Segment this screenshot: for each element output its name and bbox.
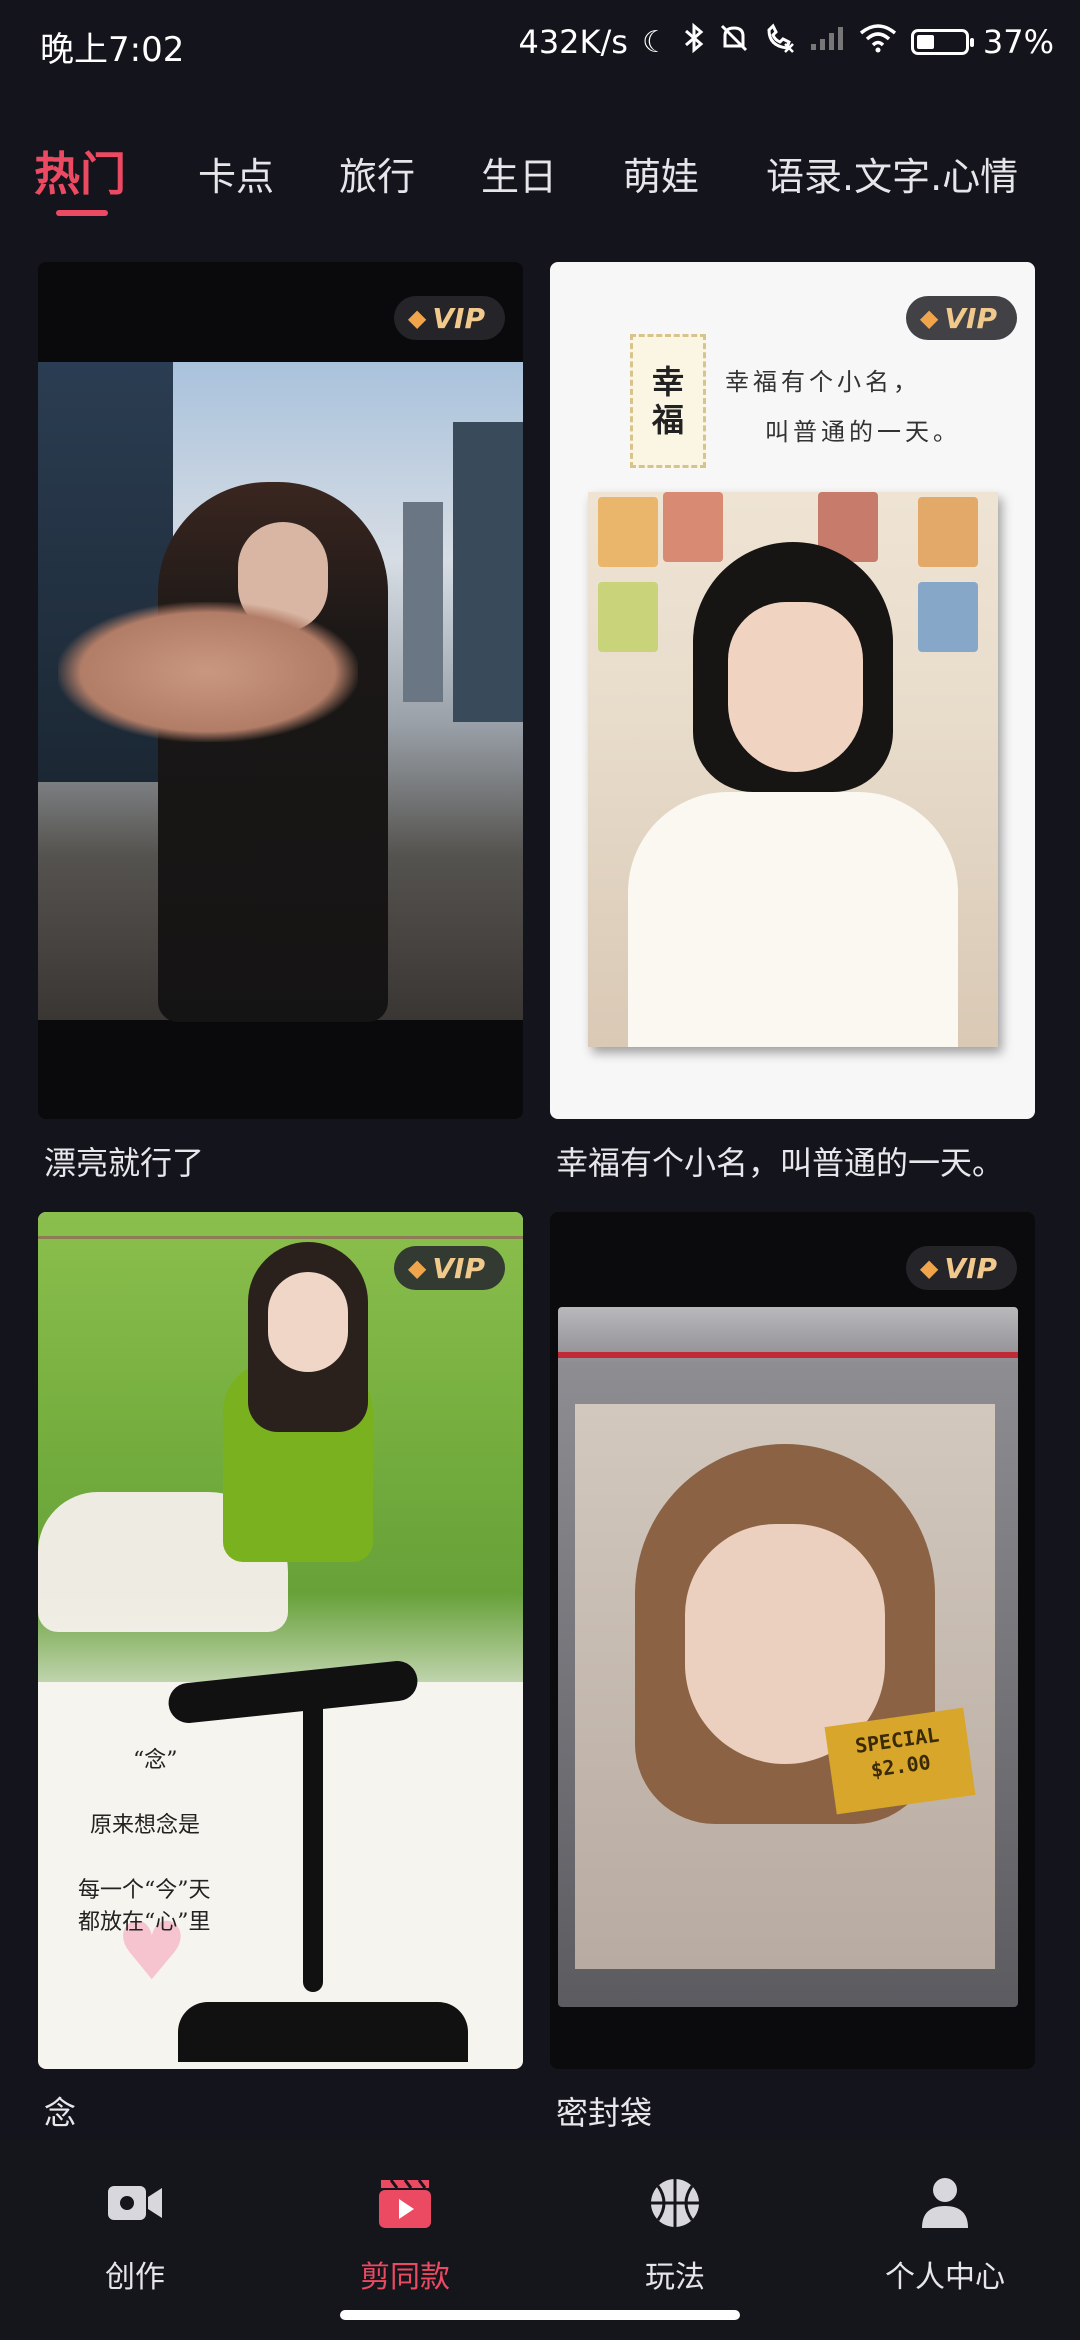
stamp-text: 幸 xyxy=(651,362,684,401)
nav-label: 玩法 xyxy=(645,2260,705,2295)
tab-hot[interactable]: 热门 xyxy=(34,138,126,204)
vip-badge: ◆ VIP xyxy=(905,1246,1017,1290)
mute-icon xyxy=(719,22,749,62)
template-title[interactable]: 漂亮就行了 xyxy=(44,1138,204,1184)
thumbnail-caption: 叫普通的一天。 xyxy=(765,418,961,446)
clapperboard-play-icon xyxy=(315,2168,495,2238)
template-title[interactable]: 幸福有个小名，叫普通的一天。 xyxy=(556,1138,1004,1184)
vip-badge: ◆ VIP xyxy=(393,296,505,340)
thumbnail-caption: 幸福有个小名， xyxy=(725,368,921,396)
video-camera-icon xyxy=(45,2168,225,2238)
person-icon xyxy=(855,2168,1035,2238)
nav-label: 剪同款 xyxy=(360,2260,450,2295)
thumbnail-caption: 每一个“今”天 xyxy=(78,1878,211,1903)
tab-quotes-text-mood[interactable]: 语录.文字.心情 xyxy=(766,146,1018,201)
battery-icon xyxy=(910,29,974,55)
thumbnail-caption: “念” xyxy=(133,1748,178,1773)
home-indicator[interactable] xyxy=(340,2310,740,2320)
status-icons: 432K/s ☾ 37% xyxy=(518,22,1054,62)
thumbnail-caption: 原来想念是 xyxy=(90,1813,201,1838)
battery-percent: 37% xyxy=(982,23,1054,61)
status-time: 晚上7:02 xyxy=(40,30,185,70)
bluetooth-icon xyxy=(683,22,705,62)
thumbnail-stamp: 幸 福 xyxy=(630,334,706,468)
thumbnail-caption: 都放在“心”里 xyxy=(78,1910,211,1935)
template-title[interactable]: 密封袋 xyxy=(556,2088,652,2134)
basketball-icon xyxy=(585,2168,765,2238)
network-speed: 432K/s xyxy=(518,23,628,61)
wifi-icon xyxy=(859,23,897,61)
template-title[interactable]: 念 xyxy=(44,2088,76,2134)
template-thumbnail[interactable]: ♥ “念” 原来想念是 每一个“今”天 都放在“心”里 ◆ VIP xyxy=(38,1212,523,2069)
active-tab-indicator xyxy=(56,210,108,216)
diamond-icon: ◆ xyxy=(919,1254,939,1282)
vip-label: VIP xyxy=(432,1251,485,1285)
vip-label: VIP xyxy=(944,1251,997,1285)
vip-badge: ◆ VIP xyxy=(393,1246,505,1290)
diamond-icon: ◆ xyxy=(407,1254,427,1282)
thumbnail-image xyxy=(38,362,523,1022)
diamond-icon: ◆ xyxy=(407,304,427,332)
category-tabs: 热门 卡点 旅行 生日 萌娃 语录.文字.心情 xyxy=(0,130,1080,230)
vip-label: VIP xyxy=(432,301,485,335)
thumbnail-image xyxy=(588,492,998,1047)
stamp-text: 福 xyxy=(651,401,684,439)
nav-template[interactable]: 剪同款 xyxy=(315,2168,495,2296)
vip-badge: ◆ VIP xyxy=(905,296,1017,340)
moon-icon: ☾ xyxy=(641,24,669,60)
diamond-icon: ◆ xyxy=(919,304,939,332)
tab-beat-sync[interactable]: 卡点 xyxy=(198,146,274,201)
template-thumbnail[interactable]: SPECIAL $2.00 ◆ VIP xyxy=(550,1212,1035,2069)
template-thumbnail[interactable]: ◆ VIP xyxy=(38,262,523,1119)
nav-label: 个人中心 xyxy=(885,2260,1005,2295)
tab-birthday[interactable]: 生日 xyxy=(481,146,557,201)
nav-create[interactable]: 创作 xyxy=(45,2168,225,2296)
nav-label: 创作 xyxy=(105,2260,165,2295)
signal-icon xyxy=(809,24,845,60)
tab-cute-kids[interactable]: 萌娃 xyxy=(623,146,699,201)
call-icon xyxy=(763,22,795,62)
nav-profile[interactable]: 个人中心 xyxy=(855,2168,1035,2296)
tab-travel[interactable]: 旅行 xyxy=(339,146,415,201)
vip-label: VIP xyxy=(944,301,997,335)
template-thumbnail[interactable]: 幸 福 幸福有个小名， 叫普通的一天。 ◆ VIP xyxy=(550,262,1035,1119)
status-bar: 晚上7:02 432K/s ☾ 37% xyxy=(0,0,1080,92)
nav-gameplay[interactable]: 玩法 xyxy=(585,2168,765,2296)
